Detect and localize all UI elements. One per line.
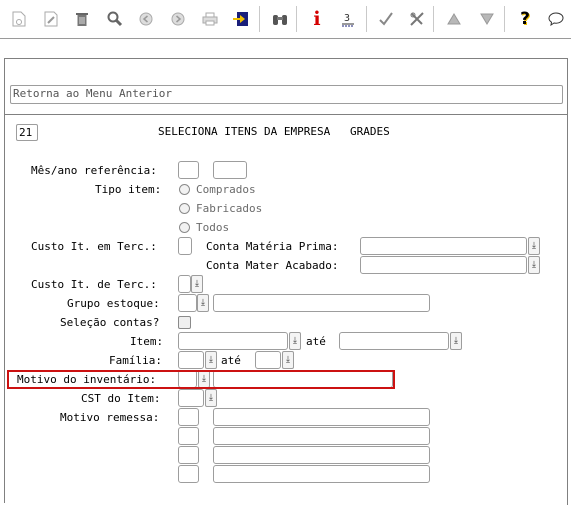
custo-de-terc-dropdown-icon[interactable]: ⤓ xyxy=(191,275,203,293)
item-ate-label: até xyxy=(306,335,326,348)
back-menu-field[interactable]: Retorna ao Menu Anterior xyxy=(10,85,563,104)
export-icon[interactable] xyxy=(231,9,251,29)
familia-from-field[interactable] xyxy=(178,351,204,369)
chat-icon[interactable] xyxy=(546,9,566,29)
radio-fabricados[interactable] xyxy=(179,203,190,214)
screen-code: 21 xyxy=(19,126,33,139)
edit-icon[interactable] xyxy=(41,9,61,29)
motivo-remessa-code-1[interactable] xyxy=(178,408,199,426)
conta-ma-label: Conta Mater Acabado: xyxy=(206,259,339,272)
item-from-dropdown-icon[interactable]: ⤓ xyxy=(289,332,301,350)
grupo-estoque-label: Grupo estoque: xyxy=(67,297,160,310)
selecao-contas-checkbox[interactable] xyxy=(178,316,191,329)
up-icon[interactable] xyxy=(444,9,464,29)
report-icon[interactable]: 3 xyxy=(338,9,358,29)
ano-field[interactable] xyxy=(213,161,247,179)
back-menu-label: Retorna ao Menu Anterior xyxy=(13,87,172,100)
conta-mp-label: Conta Matéria Prima: xyxy=(206,240,339,253)
conta-ma-field[interactable] xyxy=(360,256,527,274)
motivo-remessa-desc-2[interactable] xyxy=(213,427,430,445)
cst-dropdown-icon[interactable]: ⤓ xyxy=(205,389,217,407)
grupo-estoque-field[interactable] xyxy=(178,294,197,312)
cst-label: CST do Item: xyxy=(81,392,161,405)
svg-text:3: 3 xyxy=(344,13,350,24)
familia-ate-label: até xyxy=(221,354,241,367)
motivo-remessa-code-3[interactable] xyxy=(178,446,199,464)
check-icon[interactable] xyxy=(376,9,396,29)
item-label: Item: xyxy=(130,335,164,348)
motivo-remessa-desc-3[interactable] xyxy=(213,446,430,464)
radio-comprados[interactable] xyxy=(179,184,190,195)
custo-em-terc-field[interactable] xyxy=(178,237,192,255)
search-icon[interactable] xyxy=(105,9,125,29)
screen-code-field: 21 xyxy=(16,124,38,141)
mes-ano-label: Mês/ano referência: xyxy=(31,164,157,177)
page-title: SELECIONA ITENS DA EMPRESA GRADES xyxy=(158,125,390,138)
menu-divider xyxy=(4,114,568,115)
down-icon[interactable] xyxy=(477,9,497,29)
cst-field[interactable] xyxy=(178,389,204,407)
item-to-dropdown-icon[interactable]: ⤓ xyxy=(450,332,462,350)
radio-todos[interactable] xyxy=(179,222,190,233)
selecao-contas-label: Seleção contas? xyxy=(60,316,160,329)
motivo-remessa-label: Motivo remessa: xyxy=(60,411,160,424)
conta-mp-field[interactable] xyxy=(360,237,527,255)
radio-fabricados-label: Fabricados xyxy=(196,202,263,215)
mes-field[interactable] xyxy=(178,161,199,179)
prev-icon[interactable] xyxy=(136,9,156,29)
grupo-estoque-desc-field[interactable] xyxy=(213,294,430,312)
print-icon[interactable] xyxy=(200,9,220,29)
tipo-item-label: Tipo item: xyxy=(95,183,162,196)
custo-de-terc-label: Custo It. de Terc.: xyxy=(31,278,157,291)
familia-from-dropdown-icon[interactable]: ⤓ xyxy=(205,351,217,369)
familia-to-field[interactable] xyxy=(255,351,281,369)
form-frame-right xyxy=(567,58,568,505)
radio-comprados-label: Comprados xyxy=(196,183,256,196)
next-icon[interactable] xyxy=(168,9,188,29)
info-icon[interactable]: i xyxy=(307,8,327,30)
new-doc-icon[interactable] xyxy=(9,9,29,29)
grupo-estoque-dropdown-icon[interactable]: ⤓ xyxy=(197,294,209,312)
motivo-remessa-desc-4[interactable] xyxy=(213,465,430,483)
conta-ma-dropdown-icon[interactable]: ⤓ xyxy=(528,256,540,274)
conta-mp-dropdown-icon[interactable]: ⤓ xyxy=(528,237,540,255)
motivo-remessa-code-4[interactable] xyxy=(178,465,199,483)
motivo-remessa-desc-1[interactable] xyxy=(213,408,430,426)
familia-to-dropdown-icon[interactable]: ⤓ xyxy=(282,351,294,369)
highlight-box xyxy=(7,370,395,389)
custo-em-terc-label: Custo It. em Terc.: xyxy=(31,240,157,253)
trash-icon[interactable] xyxy=(72,9,92,29)
custo-de-terc-field[interactable] xyxy=(178,275,191,293)
toolbar-divider xyxy=(0,38,571,39)
item-from-field[interactable] xyxy=(178,332,288,350)
toolbar: i 3 ? xyxy=(0,0,571,38)
radio-todos-label: Todos xyxy=(196,221,230,234)
help-icon[interactable]: ? xyxy=(515,9,535,29)
tools-icon[interactable] xyxy=(407,9,427,29)
binoculars-icon[interactable] xyxy=(270,9,290,29)
familia-label: Família: xyxy=(109,354,162,367)
item-to-field[interactable] xyxy=(339,332,449,350)
motivo-remessa-code-2[interactable] xyxy=(178,427,199,445)
